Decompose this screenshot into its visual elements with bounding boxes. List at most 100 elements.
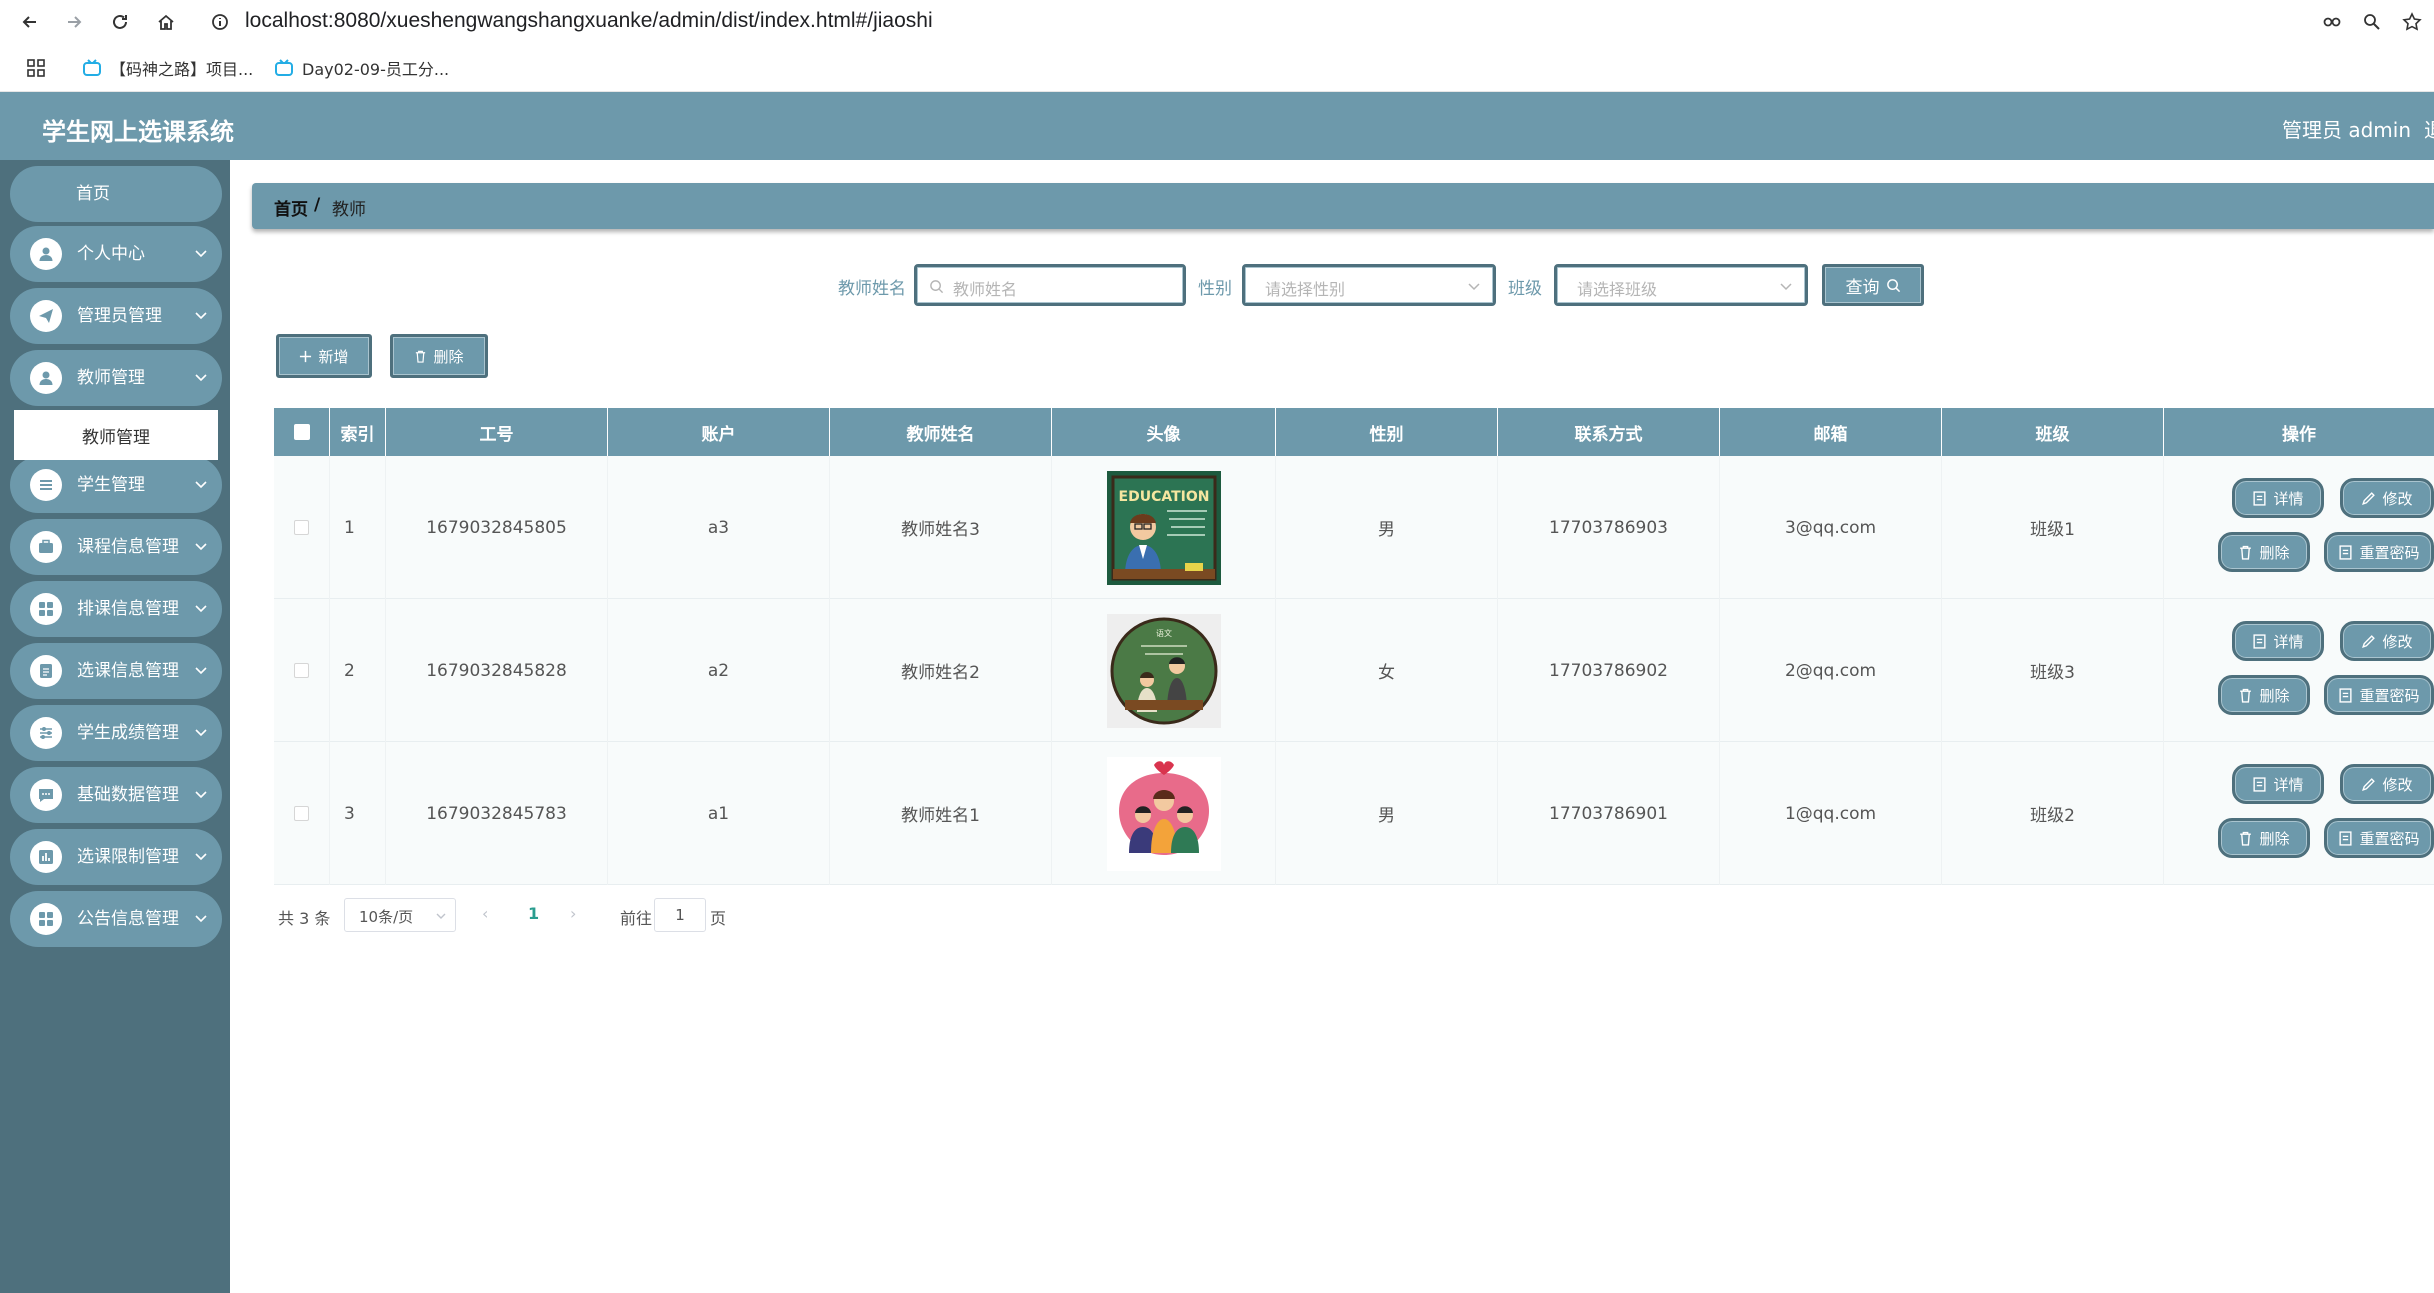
cell-gender: 女 <box>1276 599 1498 742</box>
delete-button[interactable]: 删除 <box>2218 818 2310 858</box>
detail-button[interactable]: 详情 <box>2232 621 2324 661</box>
class-select[interactable]: 请选择班级 <box>1554 264 1808 306</box>
edit-button[interactable]: 修改 <box>2340 478 2434 518</box>
sidebar-item-3[interactable]: 学生管理 <box>10 457 222 513</box>
prev-page-icon[interactable]: ‹ <box>482 904 488 923</box>
family-avatar <box>1052 742 1276 885</box>
edit-icon <box>2362 491 2376 505</box>
sidebar-item-9[interactable]: 选课限制管理 <box>10 829 222 885</box>
cell-gender: 男 <box>1276 742 1498 885</box>
table-row: 1 1679032845805 a3 教师姓名3 EDUCATION 男 177037869… <box>274 456 2434 599</box>
bilibili-icon <box>275 59 293 76</box>
goto-page-input[interactable]: 1 <box>654 898 706 932</box>
detail-button[interactable]: 详情 <box>2232 478 2324 518</box>
cell-class: 班级3 <box>1942 599 2164 742</box>
home-icon[interactable] <box>150 6 182 38</box>
reset-password-button[interactable]: 重置密码 <box>2324 675 2434 715</box>
briefcase-icon <box>30 531 62 563</box>
row-checkbox[interactable] <box>294 806 309 821</box>
apps-icon[interactable] <box>26 56 46 80</box>
row-checkbox[interactable] <box>294 520 309 535</box>
chevron-down-icon <box>1468 283 1480 291</box>
gender-select[interactable]: 请选择性别 <box>1242 264 1496 306</box>
trash-icon <box>2240 545 2252 560</box>
chat-icon <box>30 779 62 811</box>
edit-icon <box>2362 634 2376 648</box>
document-icon <box>2253 776 2267 792</box>
sidebar-subitem-teacher[interactable]: 教师管理 <box>14 410 218 460</box>
delete-button[interactable]: 删除 <box>2218 532 2310 572</box>
edit-button[interactable]: 修改 <box>2340 764 2434 804</box>
forward-icon[interactable] <box>58 6 90 38</box>
page-size-select[interactable]: 10条/页 <box>344 898 456 932</box>
chevron-down-icon <box>195 312 207 320</box>
add-button[interactable]: 新增 <box>276 334 372 378</box>
chevron-down-icon <box>195 853 207 861</box>
site-info-icon[interactable] <box>204 6 236 38</box>
sidebar-item-6[interactable]: 选课信息管理 <box>10 643 222 699</box>
bookmark-item[interactable]: Day02-09-员工分... <box>274 56 449 80</box>
row-select-cell[interactable] <box>274 599 330 742</box>
grid-icon <box>30 593 62 625</box>
reset-password-button[interactable]: 重置密码 <box>2324 532 2434 572</box>
education-avatar: EDUCATION <box>1052 456 1276 599</box>
cell-job_no: 1679032845783 <box>386 742 608 885</box>
address-bar[interactable]: localhost:8080/xueshengwangshangxuanke/a… <box>245 8 933 34</box>
edit-button[interactable]: 修改 <box>2340 621 2434 661</box>
chart-icon <box>30 841 62 873</box>
header-job-no: 工号 <box>386 408 608 456</box>
cell-phone: 17703786901 <box>1498 742 1720 885</box>
cell-class: 班级1 <box>1942 456 2164 599</box>
sidebar-item-2[interactable]: 教师管理 <box>10 350 222 406</box>
row-checkbox[interactable] <box>294 663 309 678</box>
sidebar-item-5[interactable]: 排课信息管理 <box>10 581 222 637</box>
sidebar-item-home[interactable]: 首页 <box>10 166 222 222</box>
select-all-checkbox[interactable] <box>293 424 310 440</box>
header-class: 班级 <box>1942 408 2164 456</box>
sidebar-item-10[interactable]: 公告信息管理 <box>10 891 222 947</box>
gender-filter-label: 性别 <box>1198 279 1232 299</box>
user-label: 管理员 admin <box>2282 118 2412 142</box>
reload-icon[interactable] <box>104 6 136 38</box>
sidebar-item-1[interactable]: 管理员管理 <box>10 288 222 344</box>
header-index: 索引 <box>330 408 386 456</box>
app-header: 学生网上选课系统 管理员 admin 退 <box>0 92 2434 160</box>
chevron-down-icon <box>195 481 207 489</box>
delete-button[interactable]: 删除 <box>2218 675 2310 715</box>
name-filter-input[interactable]: 教师姓名 <box>914 264 1186 306</box>
next-page-icon[interactable]: › <box>570 904 576 923</box>
sidebar-item-8[interactable]: 基础数据管理 <box>10 767 222 823</box>
sidebar-item-4[interactable]: 课程信息管理 <box>10 519 222 575</box>
cell-index: 3 <box>330 742 386 885</box>
table-row: 3 1679032845783 a1 教师姓名1 男 17703786901 1@qq.co… <box>274 742 2434 885</box>
sidebar-item-7[interactable]: 学生成绩管理 <box>10 705 222 761</box>
breadcrumb-separator: / <box>314 195 321 215</box>
back-icon[interactable] <box>14 6 46 38</box>
sidebar-item-0[interactable]: 个人中心 <box>10 226 222 282</box>
key-icon[interactable] <box>2316 6 2348 38</box>
header-ops: 操作 <box>2282 424 2316 445</box>
row-select-cell[interactable] <box>274 456 330 599</box>
breadcrumb-current: 教师 <box>332 200 366 220</box>
breadcrumb-home[interactable]: 首页 <box>274 195 308 220</box>
cell-index: 1 <box>330 456 386 599</box>
bookmark-item[interactable]: 【码神之路】项目... <box>82 56 253 80</box>
logout-button[interactable]: 退 <box>2424 114 2434 143</box>
row-select-cell[interactable] <box>274 742 330 885</box>
header-phone: 联系方式 <box>1498 408 1720 456</box>
current-page[interactable]: 1 <box>528 904 539 923</box>
cell-account: a3 <box>608 456 830 599</box>
reset-password-button[interactable]: 重置密码 <box>2324 818 2434 858</box>
zoom-icon[interactable] <box>2356 6 2388 38</box>
chevron-down-icon <box>195 729 207 737</box>
svg-text:EDUCATION: EDUCATION <box>1118 489 1209 505</box>
cell-name: 教师姓名1 <box>830 742 1052 885</box>
detail-button[interactable]: 详情 <box>2232 764 2324 804</box>
query-button[interactable]: 查询 <box>1822 264 1924 306</box>
star-icon[interactable] <box>2396 6 2428 38</box>
header-select-all[interactable] <box>274 408 330 456</box>
doc-icon <box>30 655 62 687</box>
cell-account: a1 <box>608 742 830 885</box>
batch-delete-button[interactable]: 删除 <box>390 334 488 378</box>
document-icon <box>2253 633 2267 649</box>
